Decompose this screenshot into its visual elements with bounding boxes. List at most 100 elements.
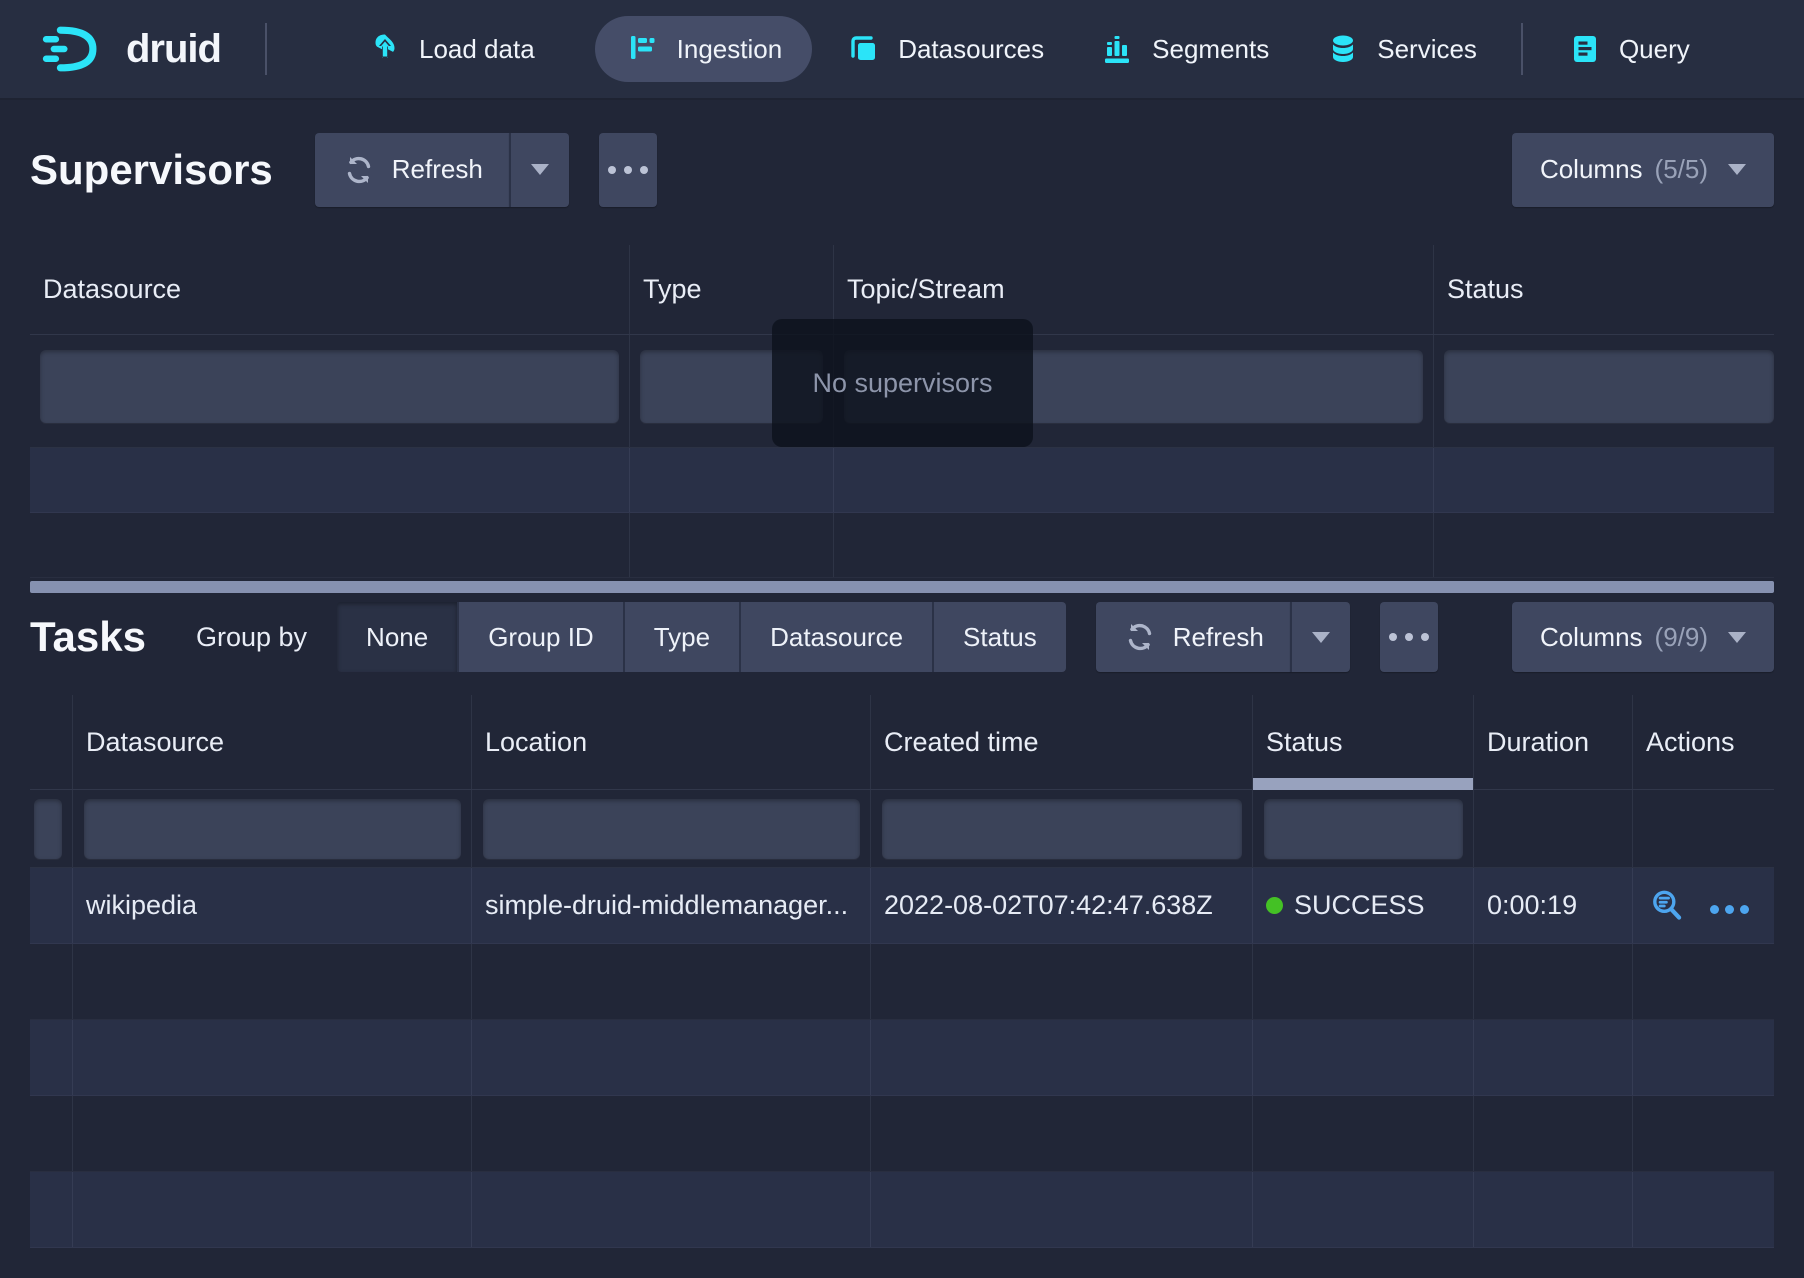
column-header-location[interactable]: Location (472, 695, 871, 789)
task-status: SUCCESS (1253, 868, 1474, 943)
supervisors-title: Supervisors (30, 146, 273, 194)
chevron-down-icon (1728, 164, 1746, 175)
group-by-label: Group by (196, 622, 307, 653)
druid-logo-icon (40, 23, 112, 75)
nav-item-load-data[interactable]: Load data (367, 31, 535, 67)
supervisors-table: Datasource Type Topic/Stream Status No s… (30, 245, 1774, 593)
tasks-refresh-split: Refresh (1066, 602, 1350, 672)
created-time-filter-input[interactable] (882, 799, 1242, 859)
task-row-wikipedia[interactable]: wikipedia simple-druid-middlemanager... … (30, 868, 1774, 944)
column-header-duration[interactable]: Duration (1474, 695, 1633, 789)
nav-divider (1521, 23, 1523, 75)
nav-item-label: Query (1619, 34, 1690, 65)
group-by-status-button[interactable]: Status (934, 602, 1066, 672)
tasks-refresh-dropdown-button[interactable] (1290, 602, 1350, 672)
upload-icon (367, 31, 403, 67)
status-filter-input[interactable] (1444, 350, 1774, 423)
tasks-more-button[interactable] (1380, 602, 1438, 672)
chevron-down-icon (531, 164, 549, 175)
empty-table-row (30, 1020, 1774, 1096)
tasks-columns-button[interactable]: Columns (9/9) (1512, 602, 1774, 672)
column-header-created-time[interactable]: Created time (871, 695, 1253, 789)
refresh-label: Refresh (392, 154, 483, 185)
chevron-down-icon (1312, 632, 1330, 643)
expander-filter-input[interactable] (34, 799, 62, 859)
column-header-datasource[interactable]: Datasource (73, 695, 472, 789)
supervisors-refresh-split: Refresh (315, 133, 569, 207)
columns-count: (9/9) (1655, 622, 1708, 653)
services-icon (1325, 31, 1361, 67)
status-filter-input[interactable] (1264, 799, 1463, 859)
nav-item-segments[interactable]: Segments (1100, 31, 1269, 67)
more-icon (608, 166, 616, 174)
datasource-filter-input[interactable] (40, 350, 619, 423)
query-icon (1567, 31, 1603, 67)
tasks-table: Datasource Location Created time Status … (30, 695, 1774, 1248)
status-dot (1266, 897, 1283, 914)
empty-table-row (30, 944, 1774, 1020)
horizontal-scrollbar[interactable] (30, 581, 1774, 593)
more-icon (624, 166, 632, 174)
empty-table-row (30, 448, 1774, 513)
supervisors-header: Supervisors Refresh Columns (5/5) (0, 100, 1804, 225)
nav-item-label: Services (1377, 34, 1477, 65)
column-header-status-sorted[interactable]: Status (1253, 695, 1474, 789)
group-by-none-button[interactable]: None (337, 602, 459, 672)
group-by-datasource-button[interactable]: Datasource (741, 602, 934, 672)
task-actions (1633, 868, 1774, 943)
empty-table-row (30, 1172, 1774, 1248)
column-header-datasource[interactable]: Datasource (30, 245, 630, 334)
empty-table-row (30, 1096, 1774, 1172)
tasks-title: Tasks (30, 613, 146, 661)
supervisors-refresh-button[interactable]: Refresh (315, 133, 509, 207)
sort-indicator (1253, 778, 1473, 790)
more-icon (640, 166, 648, 174)
refresh-icon (341, 152, 377, 188)
datasources-icon (846, 31, 882, 67)
columns-label: Columns (1540, 154, 1643, 185)
nav-item-ingestion[interactable]: Ingestion (595, 16, 813, 82)
location-filter-input[interactable] (483, 799, 860, 859)
ingestion-icon (625, 31, 661, 67)
column-header-status[interactable]: Status (1434, 245, 1774, 334)
druid-logo-text: druid (126, 27, 221, 72)
refresh-label: Refresh (1173, 622, 1264, 653)
nav-item-label: Segments (1152, 34, 1269, 65)
top-nav: druid Load data Ing (0, 0, 1804, 100)
tasks-header: Tasks Group by None Group ID Type Dataso… (0, 601, 1804, 673)
group-by-button-group: None Group ID Type Datasource Status (337, 602, 1066, 672)
nav-item-query[interactable]: Query (1567, 31, 1690, 67)
task-location: simple-druid-middlemanager... (472, 868, 871, 943)
more-icon (1389, 633, 1397, 641)
datasource-filter-input[interactable] (84, 799, 461, 859)
column-header-actions[interactable]: Actions (1633, 695, 1774, 789)
supervisors-refresh-dropdown-button[interactable] (509, 133, 569, 207)
supervisors-more-button[interactable] (599, 133, 657, 207)
task-created-time: 2022-08-02T07:42:47.638Z (871, 868, 1253, 943)
group-by-group-id-button[interactable]: Group ID (459, 602, 625, 672)
task-more-actions-icon[interactable] (1707, 890, 1752, 921)
tasks-filter-row (30, 790, 1774, 868)
group-by-type-button[interactable]: Type (625, 602, 741, 672)
tasks-table-header-row: Datasource Location Created time Status … (30, 695, 1774, 790)
task-details-magnifier-icon[interactable] (1649, 887, 1687, 925)
more-icon (1421, 633, 1429, 641)
nav-item-label: Load data (419, 34, 535, 65)
nav-item-datasources[interactable]: Datasources (846, 31, 1044, 67)
supervisors-columns-button[interactable]: Columns (5/5) (1512, 133, 1774, 207)
nav-item-services[interactable]: Services (1325, 31, 1477, 67)
refresh-icon (1122, 619, 1158, 655)
tasks-refresh-button[interactable]: Refresh (1096, 602, 1290, 672)
columns-label: Columns (1540, 622, 1643, 653)
nav-divider (265, 23, 267, 75)
task-duration: 0:00:19 (1474, 868, 1633, 943)
more-icon (1405, 633, 1413, 641)
columns-count: (5/5) (1655, 154, 1708, 185)
segments-icon (1100, 31, 1136, 67)
empty-message: No supervisors (812, 368, 992, 399)
no-supervisors-overlay: No supervisors (772, 319, 1033, 447)
task-datasource: wikipedia (73, 868, 472, 943)
empty-table-row (30, 513, 1774, 578)
nav-item-label: Datasources (898, 34, 1044, 65)
druid-logo[interactable]: druid (40, 23, 221, 75)
